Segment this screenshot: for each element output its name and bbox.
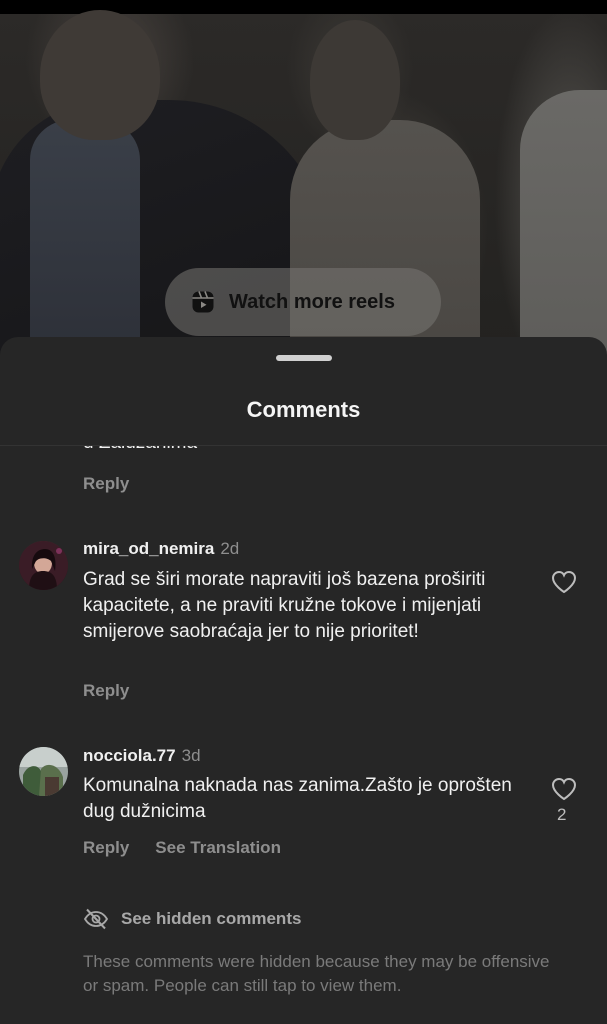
- heart-icon[interactable]: [551, 570, 577, 594]
- reels-icon: [192, 291, 214, 313]
- sheet-drag-handle[interactable]: [276, 355, 332, 361]
- see-hidden-comments-button[interactable]: See hidden comments: [83, 908, 301, 930]
- video-head-middle: [310, 20, 400, 140]
- avatar-image: [19, 747, 68, 796]
- video-person-right: [520, 90, 607, 360]
- video-shirt-left: [30, 120, 140, 360]
- reply-button[interactable]: Reply: [83, 838, 129, 858]
- comments-title: Comments: [246, 397, 361, 422]
- comment-time: 2d: [220, 539, 240, 558]
- username-text[interactable]: nocciola.77: [83, 746, 176, 765]
- comment-time: 3d: [181, 746, 201, 765]
- comment-username[interactable]: nocciola.77 3d: [83, 746, 201, 766]
- like-count[interactable]: 2: [557, 805, 566, 825]
- reply-button[interactable]: Reply: [83, 474, 129, 494]
- watch-more-reels-label: Watch more reels: [229, 290, 395, 313]
- video-head-left: [40, 10, 160, 140]
- reel-video-background[interactable]: Watch more reels: [0, 0, 607, 360]
- watch-more-reels-button[interactable]: Watch more reels: [165, 268, 441, 336]
- comment-username[interactable]: mira_od_nemira 2d: [83, 539, 239, 559]
- comments-list[interactable]: u Zaluzanima Reply mira_od_nemira 2d Grad…: [0, 446, 607, 1024]
- avatar[interactable]: [19, 541, 68, 590]
- comment-text: Komunalna naknada nas zanima.Zašto je op…: [83, 775, 512, 822]
- partial-comment-text: u Zaluzanima: [83, 446, 197, 454]
- comments-sheet: Comments u Zaluzanima Reply mira_od_nemi…: [0, 337, 607, 1024]
- username-text[interactable]: mira_od_nemira: [83, 539, 214, 558]
- avatar[interactable]: [19, 747, 68, 796]
- comment-actions: Reply See Translation: [83, 838, 281, 858]
- comment-text: Grad se širi morate napraviti još bazena…: [83, 569, 486, 642]
- heart-icon[interactable]: [551, 777, 577, 801]
- eye-slash-icon: [83, 908, 109, 930]
- comment-actions: Reply: [83, 681, 129, 701]
- reply-button[interactable]: Reply: [83, 681, 129, 701]
- see-translation-button[interactable]: See Translation: [155, 838, 281, 858]
- hidden-comments-note: These comments were hidden because they …: [83, 952, 550, 995]
- see-hidden-comments-label: See hidden comments: [121, 909, 302, 928]
- avatar-image: [19, 541, 68, 590]
